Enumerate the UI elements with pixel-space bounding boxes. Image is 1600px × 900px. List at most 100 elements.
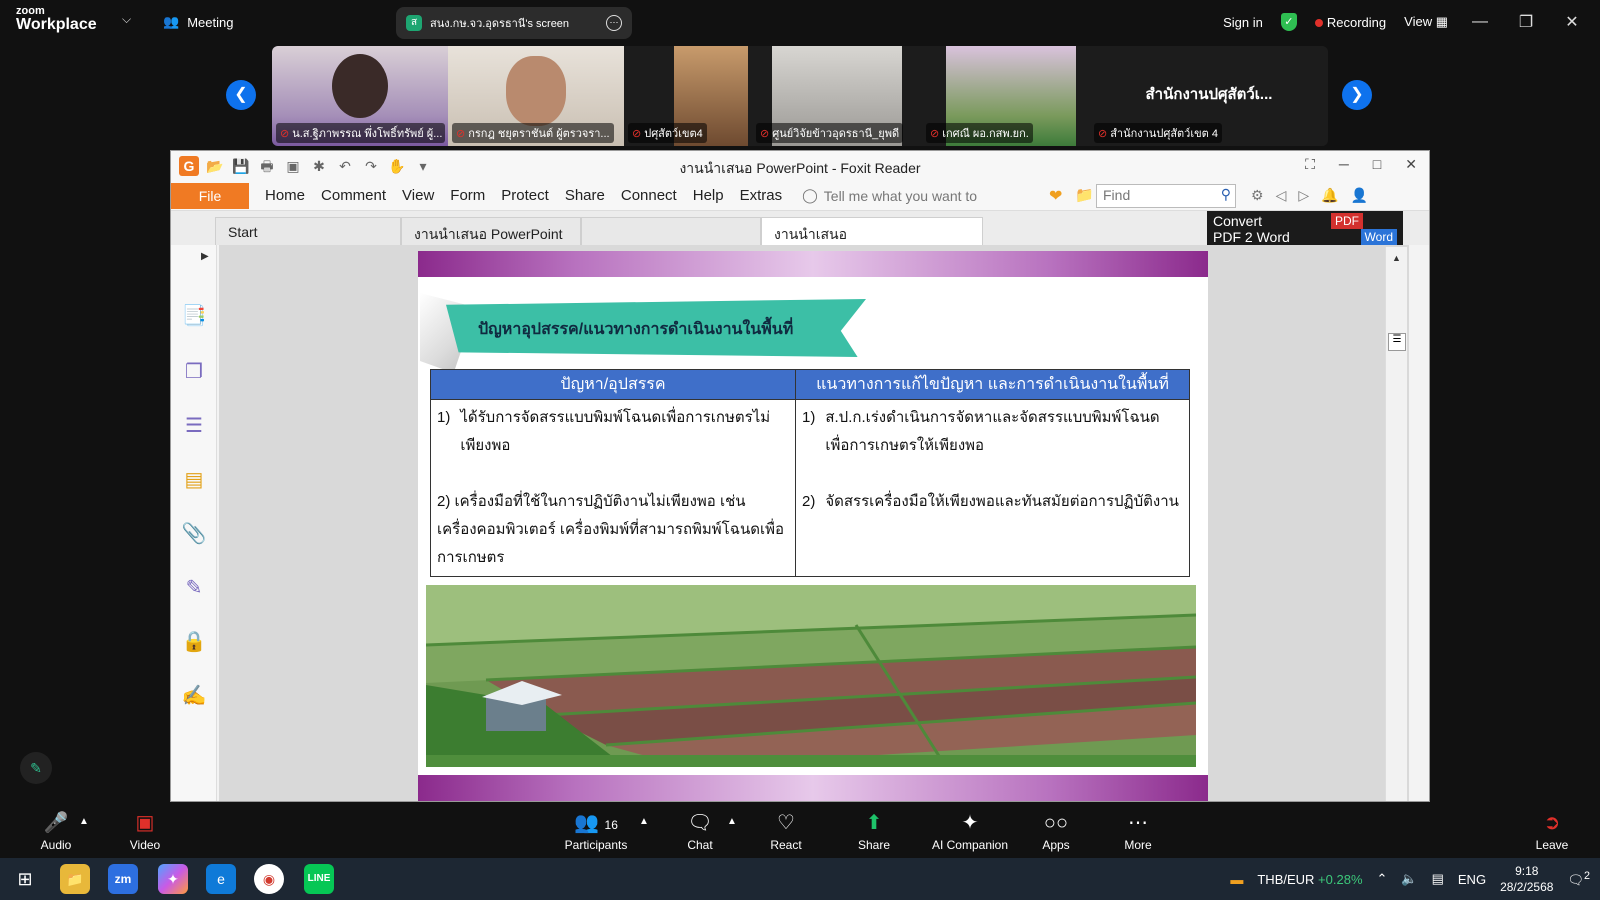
- comments-icon[interactable]: ▤: [181, 467, 207, 493]
- chevron-up-icon[interactable]: ⌃: [1377, 871, 1388, 887]
- find-input[interactable]: Find ⚲: [1096, 184, 1236, 208]
- tab-label: Start: [228, 224, 258, 240]
- microphone-muted-icon: 🎤: [43, 812, 69, 834]
- convert-pdf-to-word-ad[interactable]: Convert PDF 2 Word PDF Word: [1207, 211, 1403, 245]
- sign-in-button[interactable]: Sign in: [1223, 15, 1263, 30]
- participant-tile[interactable]: ⊘ เกศณี ผอ.กสพ.ยก.: [922, 46, 1090, 146]
- mic-muted-icon: ⊘: [280, 128, 290, 140]
- participants-button[interactable]: 👥 16 Participants: [554, 810, 638, 852]
- view-button[interactable]: View ▦: [1404, 14, 1448, 30]
- screen-share-indicator[interactable]: ส สนง.กษ.จว.อุดรธานี's screen ⋯: [396, 7, 632, 39]
- attachment-icon[interactable]: 📎: [181, 521, 207, 547]
- edge-browser-icon[interactable]: e: [206, 864, 236, 894]
- speaker-icon[interactable]: 🔈: [1401, 871, 1417, 887]
- lightbulb-icon: ◯: [802, 187, 818, 203]
- audio-button[interactable]: 🎤 Audio: [34, 810, 78, 852]
- signature-icon[interactable]: ✎: [181, 575, 207, 601]
- meeting-info-button[interactable]: 👥 Meeting: [163, 14, 233, 30]
- digital-id-icon[interactable]: ✍: [181, 683, 207, 709]
- expand-arrow-icon[interactable]: ▶: [201, 251, 209, 262]
- forward-arrow-icon[interactable]: ▷: [1298, 187, 1309, 204]
- user-icon[interactable]: 👤: [1351, 187, 1368, 204]
- menu-view[interactable]: View: [402, 187, 434, 204]
- line-app-icon[interactable]: LINE: [304, 864, 334, 894]
- col1-header: ปัญหา/อุปสรรค: [430, 369, 796, 400]
- menu-comment[interactable]: Comment: [321, 187, 386, 204]
- folder-search-icon[interactable]: 📁: [1075, 186, 1094, 204]
- tab-document[interactable]: งานนำเสนอ PowerPoint: [401, 217, 581, 245]
- annotate-pencil-icon[interactable]: ✎: [20, 752, 52, 784]
- menu-share[interactable]: Share: [565, 187, 605, 204]
- lock-icon[interactable]: 🔒: [181, 629, 207, 655]
- copilot-icon[interactable]: ✦: [158, 864, 188, 894]
- ai-companion-button[interactable]: ✦ AI Companion: [928, 810, 1012, 852]
- recording-label: Recording: [1326, 14, 1387, 30]
- participant-tile[interactable]: ⊘ กรกฎ ชยุตราชันต์ ผู้ตรวจรา...: [448, 46, 624, 146]
- recording-indicator[interactable]: Recording: [1314, 14, 1387, 30]
- more-options-icon[interactable]: ⋯: [606, 15, 622, 31]
- menu-form[interactable]: Form: [450, 187, 485, 204]
- restore-icon[interactable]: □: [1373, 156, 1381, 173]
- item-number: 2): [802, 493, 816, 510]
- sharer-avatar: ส: [406, 15, 422, 31]
- scroll-up-icon[interactable]: ▲: [1386, 253, 1407, 263]
- shield-check-icon[interactable]: ✓: [1280, 13, 1297, 31]
- video-button[interactable]: ▣ Video: [120, 810, 170, 852]
- document-viewport[interactable]: ปัญหาอุปสรรค/แนวทางการดำเนินงานในพื้นที่…: [219, 245, 1409, 801]
- settings-icon[interactable]: ⚙: [1251, 187, 1264, 204]
- share-button[interactable]: ⬆ Share: [852, 810, 896, 852]
- audio-options-chevron-icon[interactable]: ▲: [78, 816, 90, 827]
- notification-count: 2: [1583, 869, 1590, 882]
- menu-protect[interactable]: Protect: [501, 187, 549, 204]
- leave-button[interactable]: ➲ Leave: [1530, 810, 1574, 852]
- chrome-browser-icon[interactable]: ◉: [254, 864, 284, 894]
- heart-icon[interactable]: ❤: [1049, 186, 1062, 206]
- participant-tile[interactable]: ⊘ น.ส.ฐิภาพรรณ พึ่งโพธิ์ทรัพย์ ผู้...: [272, 46, 448, 146]
- chat-button[interactable]: 🗨 Chat: [680, 810, 720, 852]
- menu-connect[interactable]: Connect: [621, 187, 677, 204]
- participant-tile[interactable]: ⊘ ศูนย์วิจัยข้าวอุดรธานี_ยุพดี: [752, 46, 922, 146]
- participants-options-chevron-icon[interactable]: ▲: [638, 816, 650, 827]
- chevron-down-icon[interactable]: ⌵: [122, 12, 131, 27]
- participant-tile[interactable]: สำนักงานปศุสัตว์เ... ⊘ สำนักงานปศุสัตว์เข…: [1090, 46, 1328, 146]
- file-menu[interactable]: File: [171, 182, 249, 209]
- participant-tile[interactable]: ⊘ ปศุสัตว์เขต4: [624, 46, 752, 146]
- bell-icon[interactable]: 🔔: [1321, 187, 1338, 204]
- restore-icon[interactable]: ❐: [1512, 12, 1540, 32]
- apps-button[interactable]: ○○ Apps: [1034, 810, 1078, 852]
- file-explorer-icon[interactable]: 📁: [60, 864, 90, 894]
- apps-icon: ○○: [1043, 812, 1069, 834]
- back-arrow-icon[interactable]: ◁: [1276, 187, 1287, 204]
- tab-document-active[interactable]: งานนำเสนอ PowerPoint✕: [761, 217, 983, 262]
- more-button[interactable]: ⋯ More: [1116, 810, 1160, 852]
- tell-me-box[interactable]: ◯ Tell me what you want to: [802, 187, 992, 204]
- vertical-scrollbar[interactable]: ▲ ☰: [1385, 247, 1407, 801]
- clock[interactable]: 9:18 28/2/2568: [1500, 863, 1553, 895]
- scroll-thumb[interactable]: ☰: [1388, 333, 1406, 351]
- search-icon[interactable]: ⚲: [1221, 186, 1231, 203]
- network-icon[interactable]: ▤: [1432, 871, 1444, 887]
- prev-page-icon[interactable]: ❮: [226, 80, 256, 110]
- next-page-icon[interactable]: ❯: [1342, 80, 1372, 110]
- react-button[interactable]: ♡ React: [764, 810, 808, 852]
- windows-start-icon[interactable]: ⊞: [10, 864, 40, 894]
- minimize-icon[interactable]: ─: [1339, 156, 1349, 173]
- language-indicator[interactable]: ENG: [1458, 872, 1486, 887]
- tab-blank[interactable]: [581, 217, 761, 245]
- menu-help[interactable]: Help: [693, 187, 724, 204]
- menu-home[interactable]: Home: [265, 187, 305, 204]
- zoom-app-icon[interactable]: zm: [108, 864, 138, 894]
- notification-icon[interactable]: 🗨2: [1567, 870, 1590, 888]
- minimize-icon[interactable]: —: [1466, 13, 1494, 31]
- currency-widget[interactable]: THB/EUR +0.28%: [1257, 872, 1362, 887]
- tab-start[interactable]: Start: [215, 217, 401, 245]
- close-icon[interactable]: ✕: [1558, 12, 1586, 32]
- close-icon[interactable]: ✕: [1405, 156, 1417, 173]
- fullscreen-icon[interactable]: ⛶: [1305, 156, 1315, 173]
- menu-extras[interactable]: Extras: [740, 187, 783, 204]
- bookmark-icon[interactable]: 📑: [181, 303, 207, 329]
- pages-icon[interactable]: ❐: [181, 359, 207, 385]
- zoom-top-bar: zoom Workplace ⌵ 👥 Meeting ส สนง.กษ.จว.อ…: [0, 0, 1600, 44]
- layers-icon[interactable]: ☰: [181, 413, 207, 439]
- chat-options-chevron-icon[interactable]: ▲: [726, 816, 738, 827]
